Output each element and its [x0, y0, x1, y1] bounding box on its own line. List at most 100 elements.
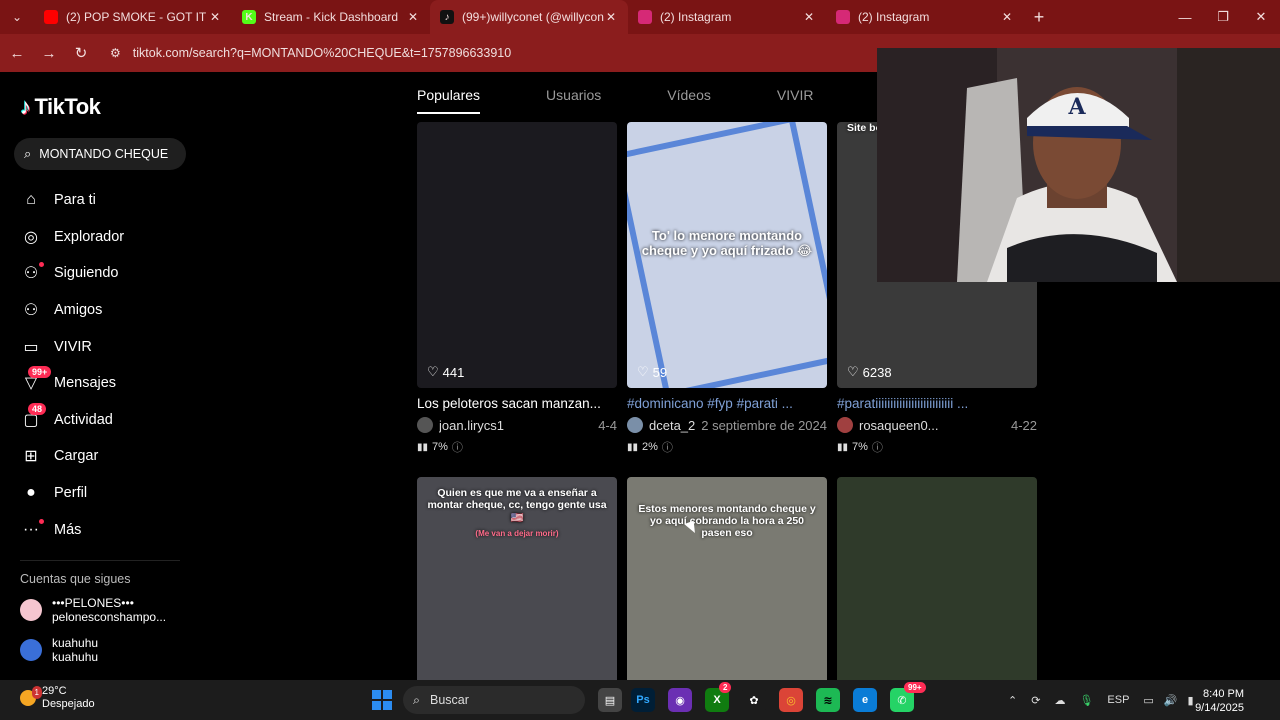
new-tab-button[interactable]: +: [1024, 7, 1054, 28]
clock-date: 9/14/2025: [1195, 702, 1244, 714]
video-thumbnail[interactable]: Estos menores montando cheque y yo aquí …: [627, 477, 827, 680]
video-author[interactable]: rosaqueen0...: [859, 418, 1011, 433]
browser-tab[interactable]: (2) POP SMOKE - GOT IT ON ME✕: [34, 0, 232, 34]
tab-populares[interactable]: Populares: [417, 72, 481, 118]
sidebar-item-m-s[interactable]: ··· Más: [20, 511, 190, 548]
sidebar-item-amigos[interactable]: ⚇ Amigos: [20, 292, 190, 329]
cloud-icon[interactable]: ☁: [1054, 694, 1065, 707]
streamer-webcam-image: A: [877, 48, 1280, 282]
obs-icon[interactable]: ◉: [668, 688, 692, 712]
close-tab-icon[interactable]: ✕: [604, 10, 618, 24]
avatar[interactable]: [837, 417, 853, 433]
search-input[interactable]: ⌕ MONTANDO CHEQUE: [14, 138, 186, 170]
forward-arrow-icon[interactable]: →: [34, 38, 64, 68]
video-meta: joan.lirycs1 4-4: [417, 417, 617, 433]
close-tab-icon[interactable]: ✕: [208, 10, 222, 24]
tab-search-chevron-icon[interactable]: ⌄: [0, 0, 34, 34]
browser-tab[interactable]: (2) Instagram ✕: [826, 0, 1024, 34]
tab-usuarios[interactable]: Usuarios: [546, 72, 601, 118]
battery-icon[interactable]: ▮: [1188, 694, 1194, 707]
spotify-icon[interactable]: ≋: [816, 688, 840, 712]
taskbar-search[interactable]: ⌕ Buscar: [403, 686, 585, 714]
tab-v-deos[interactable]: Vídeos: [667, 72, 711, 118]
notification-dot: [39, 518, 44, 524]
video-stat: ▮▮ 2% ⓘ: [627, 439, 673, 455]
video-description[interactable]: Los peloteros sacan manzan...: [417, 396, 617, 411]
tiktok-logo[interactable]: ♪ TikTok: [20, 94, 101, 120]
weather-widget[interactable]: 1 29°C Despejado: [20, 685, 95, 711]
video-thumbnail[interactable]: To' lo menore montando cheque y yo aquí …: [627, 122, 827, 388]
file-explorer-icon[interactable]: ▤: [598, 688, 622, 712]
chrome-icon[interactable]: ◎: [779, 688, 803, 712]
close-tab-icon[interactable]: ✕: [406, 10, 420, 24]
openai-icon[interactable]: ✿: [742, 688, 766, 712]
network-icon[interactable]: ▭: [1143, 694, 1153, 707]
avatar[interactable]: [417, 417, 433, 433]
following-account[interactable]: kuahuhu kuahuhu: [20, 636, 98, 664]
avatar[interactable]: [627, 417, 643, 433]
video-card[interactable]: Quien es que me va a enseñar a montar ch…: [417, 477, 617, 680]
video-card[interactable]: To' lo menore montando cheque y yo aquí …: [627, 122, 827, 455]
following-account[interactable]: •••PELONES••• pelonesconshampo...: [20, 596, 166, 624]
video-meta: dceta_2 2 septiembre de 2024: [627, 417, 827, 433]
chart-icon: ▮▮: [627, 441, 639, 453]
instagram-icon: [638, 10, 652, 24]
sidebar-item-vivir[interactable]: ▭ VIVIR: [20, 328, 190, 365]
search-value: MONTANDO CHEQUE: [39, 147, 169, 161]
browser-tab[interactable]: (2) Instagram ✕: [628, 0, 826, 34]
whatsapp-icon[interactable]: ✆ 99+: [890, 682, 926, 712]
messages-icon: ▽ 99+: [20, 366, 52, 394]
video-author[interactable]: dceta_2: [649, 418, 701, 433]
likes-count: ♡ 441: [427, 364, 465, 380]
info-icon[interactable]: ⓘ: [662, 439, 673, 455]
close-tab-icon[interactable]: ✕: [802, 10, 816, 24]
close-tab-icon[interactable]: ✕: [1000, 10, 1014, 24]
xbox-icon[interactable]: X2: [705, 682, 732, 712]
photoshop-icon[interactable]: Ps: [631, 688, 655, 712]
close-window-icon[interactable]: ✕: [1242, 0, 1280, 34]
url-field[interactable]: ⚙ tiktok.com/search?q=MONTANDO%20CHEQUE&…: [110, 46, 511, 60]
minimize-icon[interactable]: —: [1166, 0, 1204, 34]
browser-tab-bar: ⌄ (2) POP SMOKE - GOT IT ON ME✕KStream -…: [0, 0, 1280, 34]
video-date: 2 septiembre de 2024: [701, 417, 827, 433]
sidebar-item-siguiendo[interactable]: ⚇ Siguiendo: [20, 255, 190, 292]
browser-tab[interactable]: ♪ (99+)willyconet (@willyconet) |✕: [430, 0, 628, 34]
sidebar-item-para-ti[interactable]: ⌂ Para ti: [20, 182, 190, 219]
video-author[interactable]: joan.lirycs1: [439, 418, 598, 433]
video-card[interactable]: ♡ 441 Los peloteros sacan manzan... joan.li…: [417, 122, 617, 455]
sync-icon[interactable]: ⟳: [1031, 694, 1040, 707]
volume-icon[interactable]: 🔊: [1164, 694, 1178, 707]
compass-icon: ◎: [24, 228, 38, 246]
browser-tab[interactable]: K Stream - Kick Dashboard ✕: [232, 0, 430, 34]
microphone-icon[interactable]: 🎙: [1079, 694, 1093, 707]
video-description[interactable]: #paratiiiiiiiiiiiiiiiiiiiiiiiiii ...: [837, 396, 1037, 411]
chevron-up-icon[interactable]: ⌃: [1008, 694, 1017, 707]
reload-icon[interactable]: ↻: [66, 38, 96, 68]
tab-vivir[interactable]: VIVIR: [777, 72, 814, 118]
sidebar-item-label: Amigos: [54, 302, 103, 319]
sidebar-item-perfil[interactable]: ● Perfil: [20, 475, 190, 512]
sidebar-item-label: Siguiendo: [54, 265, 119, 282]
sidebar-item-mensajes[interactable]: ▽ 99+ Mensajes: [20, 365, 190, 402]
site-info-icon[interactable]: ⚙: [110, 46, 121, 60]
caption-subtext: (Me van a dejar morir): [475, 529, 559, 538]
caption-overlay: Quien es que me va a enseñar a montar ch…: [427, 487, 607, 524]
video-thumbnail[interactable]: ♡ 441: [417, 122, 617, 388]
video-thumbnail[interactable]: [837, 477, 1037, 680]
info-icon[interactable]: ⓘ: [872, 439, 883, 455]
windows-start-icon[interactable]: [372, 690, 392, 710]
video-description[interactable]: #dominicano #fyp #parati ...: [627, 396, 827, 411]
account-handle: pelonesconshampo...: [52, 610, 167, 624]
sidebar-item-actividad[interactable]: ▢ 48 Actividad: [20, 402, 190, 439]
sidebar-item-explorador[interactable]: ◎ Explorador: [20, 219, 190, 256]
restore-icon[interactable]: ❐: [1204, 0, 1242, 34]
video-card[interactable]: Estos menores montando cheque y yo aquí …: [627, 477, 827, 680]
sidebar-item-cargar[interactable]: ⊞ Cargar: [20, 438, 190, 475]
info-icon[interactable]: ⓘ: [452, 439, 463, 455]
language-indicator[interactable]: ESP: [1107, 694, 1129, 706]
edge-icon[interactable]: e: [853, 688, 877, 712]
back-arrow-icon[interactable]: ←: [2, 38, 32, 68]
clock[interactable]: 8:40 PM 9/14/2025: [1195, 687, 1244, 715]
video-card[interactable]: [837, 477, 1037, 680]
video-thumbnail[interactable]: Quien es que me va a enseñar a montar ch…: [417, 477, 617, 680]
